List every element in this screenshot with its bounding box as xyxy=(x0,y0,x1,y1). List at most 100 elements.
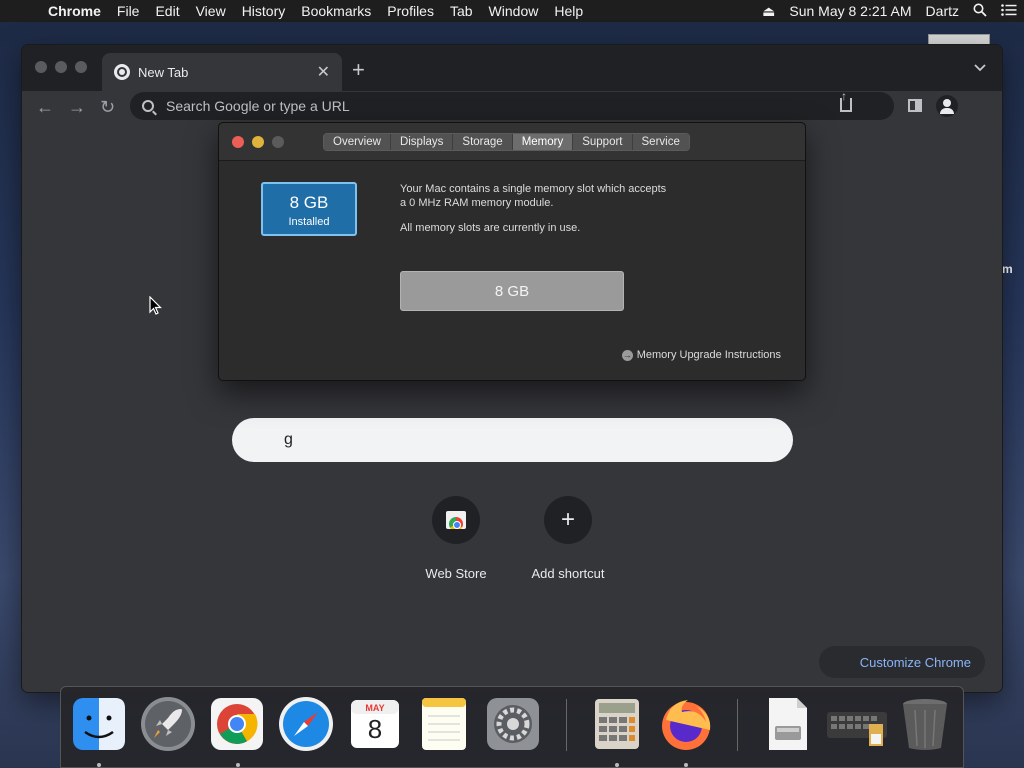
running-indicator xyxy=(684,763,688,767)
customize-chrome-button[interactable]: Customize Chrome xyxy=(819,646,985,678)
running-indicator xyxy=(236,763,240,767)
arrow-circle-icon: → xyxy=(621,349,633,361)
finder-icon xyxy=(73,698,125,750)
memory-slot-value: 8 GB xyxy=(494,282,530,300)
calculator-icon xyxy=(595,699,639,749)
keyboard-icon xyxy=(827,712,887,746)
dock-safari[interactable] xyxy=(278,696,334,752)
shortcut-web-store[interactable]: Web Store xyxy=(406,496,506,581)
ntp-search-box[interactable]: g xyxy=(232,418,793,462)
tab-overview[interactable]: Overview xyxy=(324,134,391,150)
launchpad-rocket-icon xyxy=(141,697,195,751)
tab-new-tab[interactable]: New Tab ✕ xyxy=(102,53,342,91)
memory-installed-label: Installed xyxy=(288,216,330,228)
chrome-favicon-icon xyxy=(114,64,130,80)
dock-separator xyxy=(566,699,567,751)
tab-service[interactable]: Service xyxy=(632,134,689,150)
tab-support[interactable]: Support xyxy=(573,134,633,150)
window-zoom-button[interactable] xyxy=(75,61,87,73)
about-this-mac-window: Overview Displays Storage Memory Support… xyxy=(218,122,806,381)
menu-bookmarks[interactable]: Bookmarks xyxy=(293,3,379,19)
about-tabs: Overview Displays Storage Memory Support… xyxy=(323,133,690,151)
ntp-search-value: g xyxy=(284,431,293,448)
clock[interactable]: Sun May 8 2:21 AM xyxy=(782,3,918,19)
minimize-button[interactable] xyxy=(252,136,264,148)
menu-file[interactable]: File xyxy=(109,3,148,19)
desktop-icon-label-fragment: m xyxy=(1002,262,1013,276)
menu-help[interactable]: Help xyxy=(546,3,591,19)
menu-profiles[interactable]: Profiles xyxy=(379,3,442,19)
control-center-icon[interactable] xyxy=(994,3,1024,19)
tab-search-chevron-icon[interactable] xyxy=(974,59,986,75)
forward-arrow-icon[interactable]: → xyxy=(68,97,86,118)
gear-icon xyxy=(487,698,539,750)
dock-trash[interactable] xyxy=(897,696,953,752)
tab-storage[interactable]: Storage xyxy=(453,134,513,150)
window-minimize-button[interactable] xyxy=(55,61,67,73)
running-indicator xyxy=(615,763,619,767)
window-close-button[interactable] xyxy=(35,61,47,73)
user-name[interactable]: Dartz xyxy=(919,3,966,19)
dock-notes[interactable] xyxy=(416,696,472,752)
menu-tab[interactable]: Tab xyxy=(442,3,481,19)
spotlight-search-icon[interactable] xyxy=(966,3,994,20)
memory-upgrade-link[interactable]: → Memory Upgrade Instructions xyxy=(621,349,781,361)
shortcut-label: Web Store xyxy=(425,566,487,581)
dock-launchpad[interactable] xyxy=(140,696,196,752)
memory-description-line-2: a 0 MHz RAM memory module. xyxy=(400,197,554,209)
memory-description: Your Mac contains a single memory slot w… xyxy=(400,182,710,210)
shortcut-add[interactable]: + Add shortcut xyxy=(518,496,618,581)
memory-slot-bar: 8 GB xyxy=(400,271,624,311)
dock-keyboard-utility[interactable] xyxy=(825,696,889,752)
memory-slot-status: All memory slots are currently in use. xyxy=(400,222,581,234)
customize-chrome-label: Customize Chrome xyxy=(859,654,971,670)
dock-separator xyxy=(737,699,738,751)
close-button[interactable] xyxy=(232,136,244,148)
running-indicator xyxy=(97,763,101,767)
about-titlebar: Overview Displays Storage Memory Support… xyxy=(219,123,805,161)
firefox-icon xyxy=(662,700,711,750)
search-icon xyxy=(142,100,154,112)
menu-edit[interactable]: Edit xyxy=(147,3,187,19)
share-icon[interactable] xyxy=(840,89,852,112)
calendar-month: MAY xyxy=(365,703,385,713)
safari-compass-icon xyxy=(279,697,333,751)
shortcut-tile xyxy=(432,496,480,544)
menu-view[interactable]: View xyxy=(188,3,234,19)
reload-icon[interactable]: ↻ xyxy=(100,97,115,118)
zoom-button[interactable] xyxy=(272,136,284,148)
trash-icon xyxy=(903,699,947,750)
notes-icon xyxy=(422,698,466,750)
dock-firefox[interactable] xyxy=(658,696,714,752)
profile-avatar-icon[interactable] xyxy=(936,95,958,117)
dock-google-chrome[interactable] xyxy=(209,696,265,752)
dock-disk-image[interactable] xyxy=(759,696,815,752)
dock-finder[interactable] xyxy=(71,696,127,752)
chrome-icon xyxy=(211,698,263,750)
dock-calculator[interactable] xyxy=(589,696,645,752)
eject-icon[interactable]: ⏏ xyxy=(755,3,782,20)
tab-memory[interactable]: Memory xyxy=(512,134,574,150)
menu-extras: ⏏ Sun May 8 2:21 AM Dartz xyxy=(755,3,1024,20)
memory-upgrade-label: Memory Upgrade Instructions xyxy=(636,349,781,361)
menu-history[interactable]: History xyxy=(234,3,294,19)
shortcut-label: Add shortcut xyxy=(531,566,605,581)
menu-window[interactable]: Window xyxy=(481,3,547,19)
new-tab-plus-icon[interactable]: + xyxy=(352,57,365,83)
address-bar[interactable]: Search Google or type a URL xyxy=(130,89,894,120)
dock-system-preferences[interactable] xyxy=(485,696,541,752)
address-bar-placeholder: Search Google or type a URL xyxy=(166,98,350,114)
memory-installed-badge: 8 GB Installed xyxy=(261,182,357,236)
memory-installed-size: 8 GB xyxy=(289,193,329,212)
disk-image-icon xyxy=(769,698,807,750)
tab-title: New Tab xyxy=(138,64,189,80)
back-arrow-icon[interactable]: ← xyxy=(36,97,54,118)
menu-app-name[interactable]: Chrome xyxy=(40,3,109,19)
tab-close-icon[interactable]: ✕ xyxy=(317,62,330,82)
web-store-icon xyxy=(446,511,466,529)
dock-calendar[interactable]: MAY 8 xyxy=(347,696,403,752)
mouse-cursor-icon xyxy=(149,296,162,315)
side-panel-icon[interactable] xyxy=(908,99,922,112)
calendar-day: 8 xyxy=(367,714,383,744)
tab-displays[interactable]: Displays xyxy=(390,134,454,150)
